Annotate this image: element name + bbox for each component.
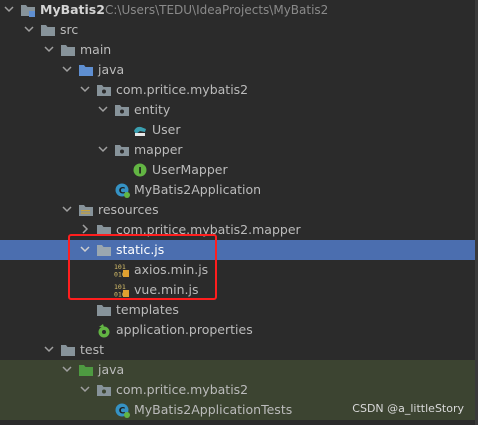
tree-label-main: main xyxy=(80,42,112,57)
resources-folder-icon xyxy=(78,202,94,218)
folder-icon xyxy=(60,342,76,358)
chevron-down-icon[interactable] xyxy=(62,60,74,80)
tree-label-resources: resources xyxy=(98,202,159,217)
tree-label-app-tests: MyBatis2ApplicationTests xyxy=(134,402,293,417)
svg-text:I: I xyxy=(138,167,141,177)
chevron-down-icon[interactable] xyxy=(80,380,92,400)
chevron-down-icon[interactable] xyxy=(44,40,56,60)
spring-boot-test-class-icon: C xyxy=(114,402,130,418)
lombok-class-icon xyxy=(132,122,148,138)
tree-label-package-test: com.pritice.mybatis2 xyxy=(116,382,249,397)
tree-row-app[interactable]: C MyBatis2Application xyxy=(0,180,478,200)
chevron-down-icon[interactable] xyxy=(98,100,110,120)
module-folder-icon xyxy=(20,2,36,18)
tree-row-resources[interactable]: resources xyxy=(0,200,478,220)
chevron-down-icon[interactable] xyxy=(44,340,56,360)
tree-label-app: MyBatis2Application xyxy=(134,182,262,197)
tree-label-user-mapper: UserMapper xyxy=(152,162,228,177)
package-icon xyxy=(96,382,112,398)
package-icon xyxy=(96,82,112,98)
tree-label-java: java xyxy=(98,62,125,77)
tree-label-test: test xyxy=(80,342,105,357)
project-tree: MyBatis2 C:\Users\TEDU\IdeaProjects\MyBa… xyxy=(0,0,478,425)
test-source-folder-icon xyxy=(78,362,94,378)
tree-label-app-props: application.properties xyxy=(116,322,253,337)
project-path: C:\Users\TEDU\IdeaProjects\MyBatis2 xyxy=(105,3,329,17)
spring-properties-icon xyxy=(96,322,112,338)
folder-icon xyxy=(60,42,76,58)
tree-label-templates: templates xyxy=(116,302,179,317)
tree-label-src: src xyxy=(60,22,79,37)
tree-row-src[interactable]: src xyxy=(0,20,478,40)
tree-label-test-java: java xyxy=(98,362,125,377)
tree-row-java[interactable]: java xyxy=(0,60,478,80)
package-icon xyxy=(114,102,130,118)
tree-row-package-test[interactable]: com.pritice.mybatis2 xyxy=(0,380,478,400)
chevron-down-icon[interactable] xyxy=(62,200,74,220)
chevron-down-icon[interactable] xyxy=(4,0,16,20)
tree-row-test[interactable]: test xyxy=(0,340,478,360)
folder-icon xyxy=(96,302,112,318)
source-folder-icon xyxy=(78,62,94,78)
tree-row-main[interactable]: main xyxy=(0,40,478,60)
tree-row-user-mapper[interactable]: I UserMapper xyxy=(0,160,478,180)
chevron-down-icon[interactable] xyxy=(24,20,36,40)
tree-row-project-root[interactable]: MyBatis2 C:\Users\TEDU\IdeaProjects\MyBa… xyxy=(0,0,478,20)
spring-boot-class-icon: C xyxy=(114,182,130,198)
folder-icon xyxy=(40,22,56,38)
tree-row-mapper[interactable]: mapper xyxy=(0,140,478,160)
tree-row-test-java[interactable]: java xyxy=(0,360,478,380)
interface-icon: I xyxy=(132,162,148,178)
tree-row-package-main[interactable]: com.pritice.mybatis2 xyxy=(0,80,478,100)
package-icon xyxy=(114,142,130,158)
chevron-down-icon[interactable] xyxy=(80,80,92,100)
tree-label-mapper: mapper xyxy=(134,142,183,157)
tree-row-entity[interactable]: entity xyxy=(0,100,478,120)
project-name: MyBatis2 xyxy=(40,2,105,17)
watermark: CSDN @a_littleStory xyxy=(352,402,464,415)
tree-label-entity: entity xyxy=(134,102,171,117)
chevron-down-icon[interactable] xyxy=(62,360,74,380)
tree-label-user: User xyxy=(152,122,181,137)
tree-row-user[interactable]: User xyxy=(0,120,478,140)
tree-label-package-main: com.pritice.mybatis2 xyxy=(116,82,249,97)
chevron-down-icon[interactable] xyxy=(98,140,110,160)
highlight-annotation-box xyxy=(68,234,217,300)
tree-row-templates[interactable]: templates xyxy=(0,300,478,320)
tree-row-app-props[interactable]: application.properties xyxy=(0,320,478,340)
